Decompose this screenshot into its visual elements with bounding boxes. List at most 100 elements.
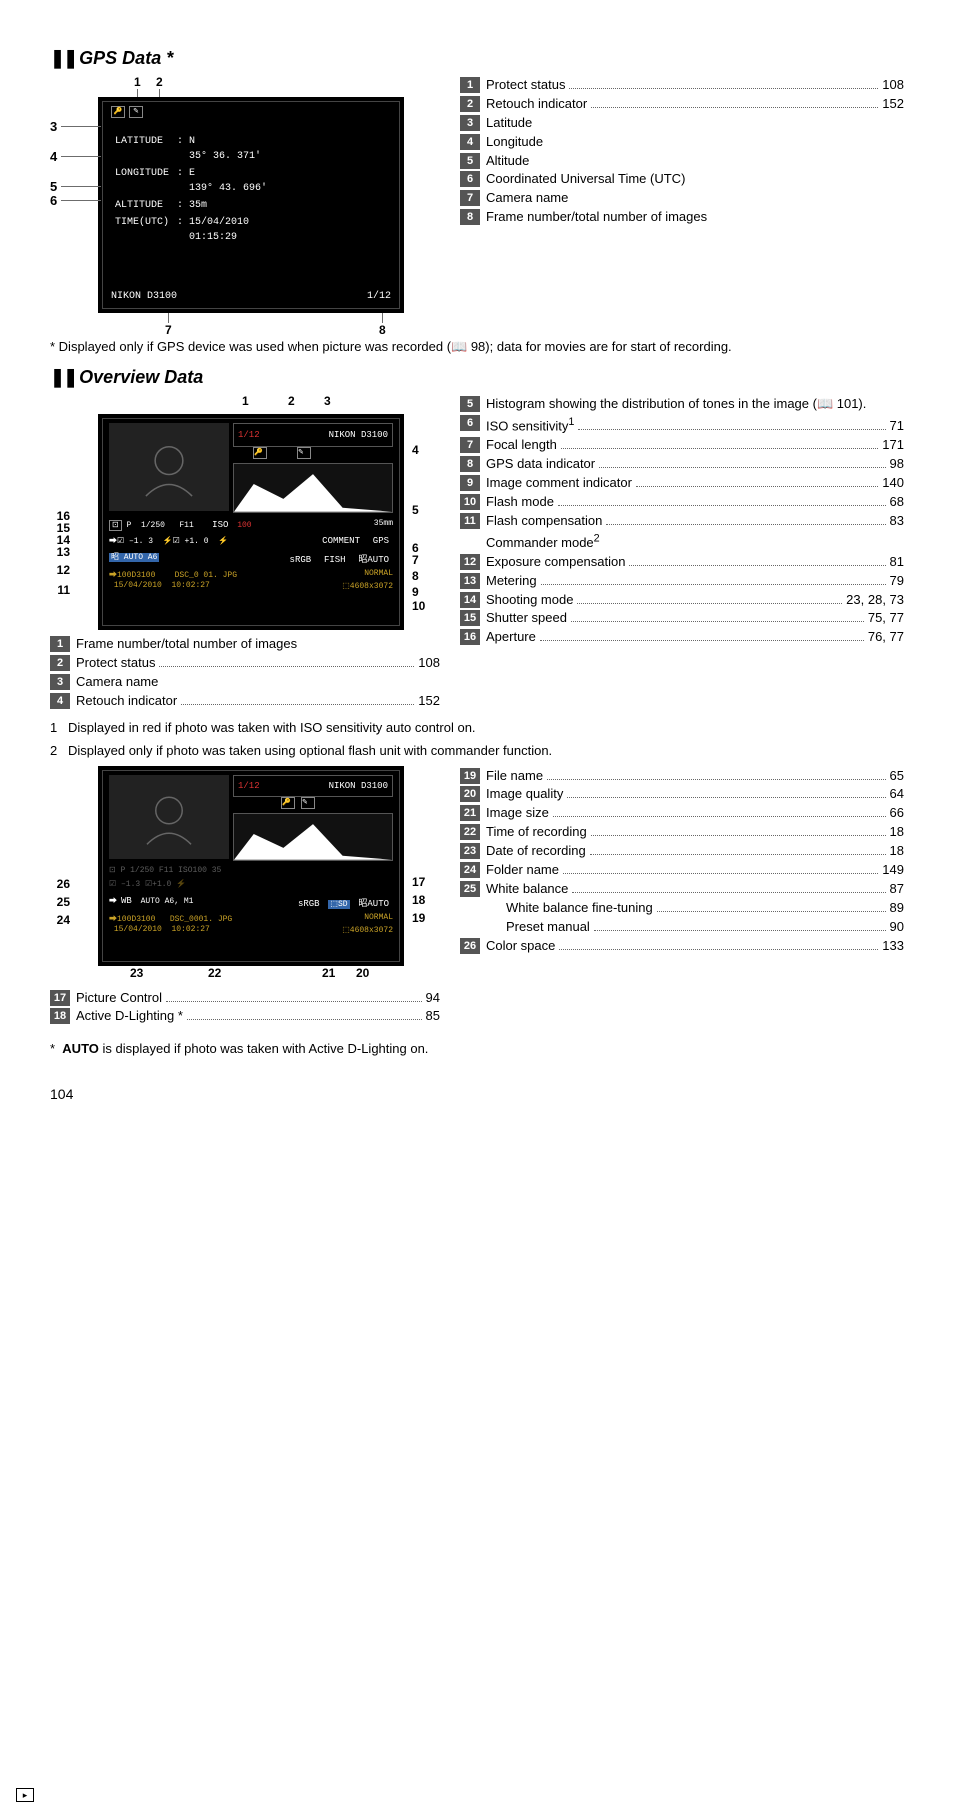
callout-4: 4	[50, 149, 57, 164]
overview-star-note: * AUTO is displayed if photo was taken w…	[50, 1041, 904, 1056]
ref-row: 14Shooting mode23, 28, 73	[460, 592, 904, 609]
ref-number: 14	[460, 592, 480, 608]
ref-number: 24	[460, 862, 480, 878]
ref-row: 8Frame number/total number of images	[460, 209, 904, 226]
ref-number: 2	[460, 96, 480, 112]
ref-row: 17Picture Control94	[50, 990, 440, 1007]
ref-row: 5Altitude	[460, 153, 904, 170]
ref-number: 3	[460, 115, 480, 131]
ov-callout-1: 1	[242, 394, 249, 408]
ref-number: 21	[460, 805, 480, 821]
ref-number: 5	[460, 396, 480, 412]
ref-row: 22Time of recording18	[460, 824, 904, 841]
ref-row: 9Image comment indicator140	[460, 475, 904, 492]
callout-3: 3	[50, 119, 57, 134]
ref-row: 6Coordinated Universal Time (UTC)	[460, 171, 904, 188]
ref-row: 7Focal length 171	[460, 437, 904, 454]
ref-row: 7Camera name	[460, 190, 904, 207]
ref-row: 20Image quality 64	[460, 786, 904, 803]
ref-number: 4	[50, 693, 70, 709]
ov-callout-2: 2	[288, 394, 295, 408]
frame-counter: 1/12	[367, 291, 391, 302]
ref-number: 5	[460, 153, 480, 169]
ref-number: 4	[460, 134, 480, 150]
ref-row: 13Metering79	[460, 573, 904, 590]
ref-number: 2	[50, 655, 70, 671]
ref-row: 10Flash mode68	[460, 494, 904, 511]
ref-number: 13	[460, 573, 480, 589]
ref-row: 11Flash compensation83	[460, 513, 904, 530]
ref-number: 17	[50, 990, 70, 1006]
ref-row: White balance fine-tuning89	[460, 900, 904, 917]
ref-number: 7	[460, 437, 480, 453]
ref-row: 4Retouch indicator152	[50, 693, 440, 710]
ref-number: 26	[460, 938, 480, 954]
ref-number: 20	[460, 786, 480, 802]
ref-number: 7	[460, 190, 480, 206]
ref-row: 24Folder name149	[460, 862, 904, 879]
overview-screen-2: 1/12 NIKON D3100 🔑 ✎ ⊡ P 1/250 F11 ISO10…	[98, 766, 404, 966]
ref-number: 10	[460, 494, 480, 510]
ref-row: 3Camera name	[50, 674, 440, 691]
protect-icon: 🔑	[111, 106, 125, 118]
ref-number: 1	[50, 636, 70, 652]
ref-row: 23Date of recording18	[460, 843, 904, 860]
ref-row: 16Aperture76, 77	[460, 629, 904, 646]
ref-number: 6	[460, 415, 480, 431]
ref-row: Commander mode2	[460, 532, 904, 552]
playback-section-icon: ▸	[16, 1788, 34, 1802]
ref-number: 19	[460, 768, 480, 784]
callout-1: 1	[134, 75, 141, 89]
ref-number: 6	[460, 171, 480, 187]
section-title-gps: GPS Data *	[50, 48, 904, 69]
gps-screen: 🔑 ✎ LATITUDE: N 35° 36. 371' LONGITUDE: …	[98, 97, 404, 313]
ref-number: 25	[460, 881, 480, 897]
ref-number: 15	[460, 610, 480, 626]
ref-row: 25White balance 87	[460, 881, 904, 898]
ref-row: 12Exposure compensation81	[460, 554, 904, 571]
gps-note: * Displayed only if GPS device was used …	[50, 339, 904, 355]
ref-number: 16	[460, 629, 480, 645]
ref-row: Preset manual90	[460, 919, 904, 936]
retouch-icon: ✎	[297, 447, 311, 459]
ref-number: 22	[460, 824, 480, 840]
ref-number: 1	[460, 77, 480, 93]
ref-number: 12	[460, 554, 480, 570]
ref-row: 15Shutter speed75, 77	[460, 610, 904, 627]
section-title-overview: Overview Data	[50, 367, 904, 388]
ref-number: 18	[50, 1008, 70, 1024]
ref-row: 21Image size66	[460, 805, 904, 822]
ref-number: 9	[460, 475, 480, 491]
ref-row: 5Histogram showing the distribution of t…	[460, 396, 904, 413]
ov-callout-3: 3	[324, 394, 331, 408]
ref-number: 11	[460, 513, 480, 529]
ref-row: 6ISO sensitivity171	[460, 415, 904, 435]
callout-7: 7	[165, 323, 172, 337]
gps-ref-list: 1Protect status108 2Retouch indicator 152…	[460, 75, 904, 228]
overview-screen-1: 1/12 NIKON D3100 🔑 ✎	[98, 414, 404, 630]
callout-8: 8	[379, 323, 386, 337]
callout-5: 5	[50, 179, 57, 194]
callout-6: 6	[50, 193, 57, 208]
ref-row: 4Longitude	[460, 134, 904, 151]
ref-row: 2Protect status108	[50, 655, 440, 672]
footnote-1: 1Displayed in red if photo was taken wit…	[50, 720, 904, 735]
callout-2: 2	[156, 75, 163, 89]
ref-row: 1Protect status108	[460, 77, 904, 94]
ref-row: 2Retouch indicator 152	[460, 96, 904, 113]
protect-icon: 🔑	[253, 447, 267, 459]
camera-name: NIKON D3100	[111, 291, 177, 302]
footnote-2: 2Displayed only if photo was taken using…	[50, 743, 904, 758]
ref-number: 8	[460, 209, 480, 225]
ref-row: 3Latitude	[460, 115, 904, 132]
ref-number: 3	[50, 674, 70, 690]
retouch-icon: ✎	[129, 106, 143, 118]
ref-row: 1Frame number/total number of images	[50, 636, 440, 653]
page-number: 104	[50, 1086, 904, 1102]
ref-number: 8	[460, 456, 480, 472]
ref-number: 23	[460, 843, 480, 859]
ref-row: 18Active D-Lighting *85	[50, 1008, 440, 1025]
ref-row: 8GPS data indicator98	[460, 456, 904, 473]
ref-row: 19File name65	[460, 768, 904, 785]
ref-row: 26Color space133	[460, 938, 904, 955]
